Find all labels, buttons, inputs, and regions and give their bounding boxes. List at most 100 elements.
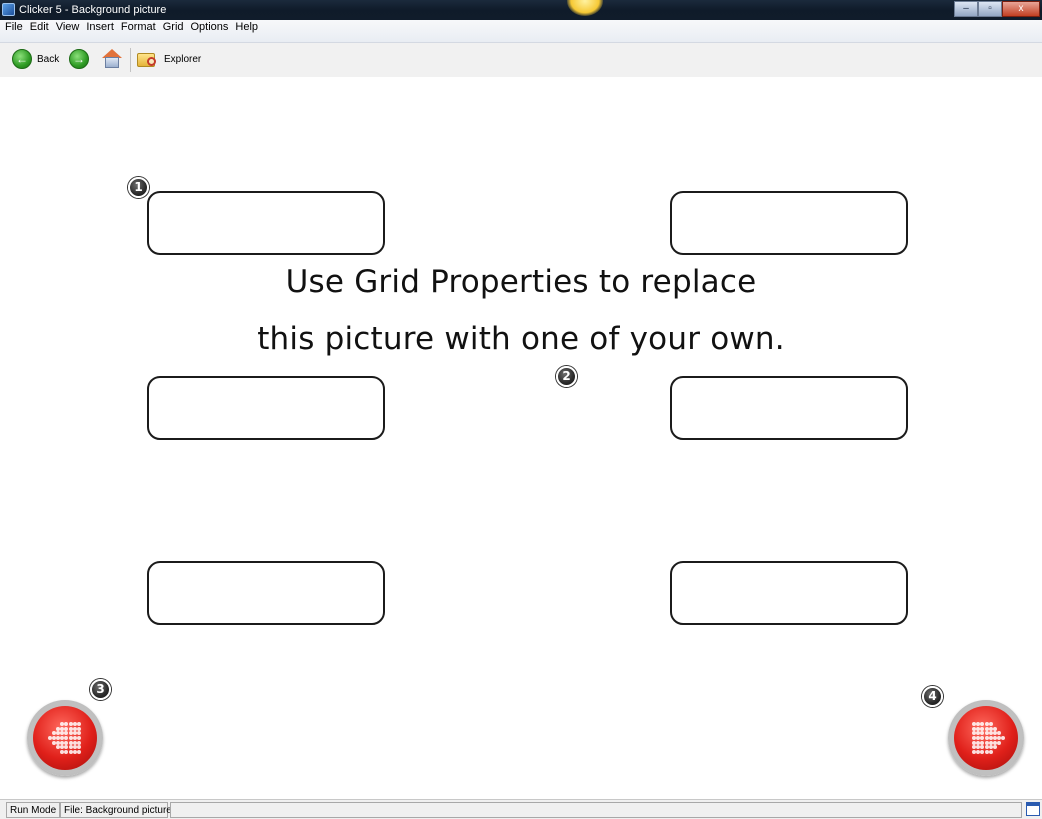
nav-dot [984, 745, 989, 750]
nav-dot [56, 726, 60, 731]
nav-dot [51, 736, 56, 740]
nav-dot [64, 740, 69, 745]
nav-dot [60, 722, 65, 727]
nav-dot [77, 745, 81, 750]
nav-dot [56, 736, 60, 740]
callout-1: 1 [128, 177, 149, 198]
previous-grid-button[interactable] [27, 700, 103, 776]
nav-dot [980, 740, 985, 745]
callout-2: 2 [556, 366, 577, 387]
nav-dot [68, 740, 73, 745]
nav-dot [997, 740, 1002, 745]
nav-dot [60, 731, 65, 736]
menu-grid[interactable]: Grid [163, 20, 184, 35]
next-grid-icon [954, 706, 1018, 770]
nav-dot [68, 731, 73, 736]
background-text-line-2: this picture with one of your own. [257, 321, 785, 357]
nav-dot [980, 745, 985, 750]
nav-dot [68, 736, 73, 740]
nav-dot [984, 731, 989, 736]
forward-arrow-icon: → [69, 49, 89, 69]
callout-3: 3 [90, 679, 111, 700]
nav-dot [60, 726, 65, 731]
toolbar-separator [130, 48, 131, 72]
forward-button[interactable]: → [69, 49, 89, 69]
window-controls: – ▫ x [954, 1, 1040, 17]
nav-dot [77, 726, 81, 731]
app-icon [2, 3, 15, 16]
back-label: Back [37, 53, 60, 65]
nav-dot [68, 745, 73, 750]
nav-dot [1001, 736, 1006, 740]
nav-dot [72, 726, 77, 731]
grid-cell-4[interactable] [670, 376, 908, 440]
menu-file[interactable]: File [5, 20, 23, 35]
nav-dot [47, 736, 52, 740]
menu-help[interactable]: Help [235, 20, 258, 35]
status-file: File: Background picture [60, 802, 172, 818]
nav-dot [980, 731, 985, 736]
grid-cell-3[interactable] [147, 376, 385, 440]
nav-dot [980, 749, 985, 754]
window-title: Clicker 5 - Background picture [19, 4, 167, 16]
previous-grid-icon [33, 706, 97, 770]
menu-format[interactable]: Format [121, 20, 156, 35]
grid-cell-6[interactable] [670, 561, 908, 625]
toolbar: ← Back → Explorer [0, 43, 1042, 77]
explorer-label: Explorer [164, 53, 202, 65]
home-button[interactable] [101, 49, 123, 69]
nav-dot [988, 749, 993, 754]
callout-4: 4 [922, 686, 943, 707]
nav-dot [980, 722, 985, 727]
status-bar: Run Mode File: Background picture [0, 799, 1042, 819]
minimize-button[interactable]: – [954, 1, 978, 17]
nav-dot [993, 745, 997, 750]
grid-cell-1[interactable] [147, 191, 385, 255]
nav-dot [72, 740, 77, 745]
nav-dot [60, 745, 65, 750]
nav-dot [72, 731, 77, 736]
nav-dot [72, 745, 77, 750]
nav-dot [64, 736, 69, 740]
grid-cell-5[interactable] [147, 561, 385, 625]
menu-edit[interactable]: Edit [30, 20, 49, 35]
nav-dot [64, 749, 69, 754]
grid-area: Use Grid Properties to replace this pict… [0, 77, 1042, 799]
back-button[interactable]: ← Back [12, 49, 59, 69]
nav-dot [60, 740, 65, 745]
status-mode: Run Mode [6, 802, 61, 818]
nav-dot [56, 731, 60, 736]
nav-dot [72, 736, 77, 740]
nav-dot [64, 722, 69, 727]
grid-cell-2[interactable] [670, 191, 908, 255]
restore-button[interactable]: ▫ [978, 1, 1002, 17]
nav-dot [988, 722, 993, 727]
nav-dot [72, 749, 77, 754]
nav-dot [64, 745, 69, 750]
nav-dot [51, 740, 56, 745]
nav-dot [997, 731, 1002, 736]
nav-dot [77, 740, 81, 745]
nav-dot [984, 722, 989, 727]
nav-dot [980, 726, 985, 731]
nav-dot [64, 726, 69, 731]
back-arrow-icon: ← [12, 49, 32, 69]
menu-view[interactable]: View [56, 20, 80, 35]
nav-dot [980, 736, 985, 740]
menu-insert[interactable]: Insert [86, 20, 114, 35]
explorer-icon [137, 49, 159, 69]
nav-dot [77, 736, 81, 740]
explorer-button[interactable]: Explorer [137, 49, 201, 69]
nav-dot [993, 726, 997, 731]
nav-dot [72, 722, 77, 727]
nav-dot [77, 731, 81, 736]
nav-dot [56, 745, 60, 750]
next-grid-button[interactable] [948, 700, 1024, 776]
nav-dot [984, 726, 989, 731]
nav-dot [56, 740, 60, 745]
window-corner-icon [1026, 802, 1040, 816]
nav-dot [984, 736, 989, 740]
background-text-line-1: Use Grid Properties to replace [285, 264, 757, 300]
close-button[interactable]: x [1002, 1, 1040, 17]
menu-options[interactable]: Options [191, 20, 229, 35]
